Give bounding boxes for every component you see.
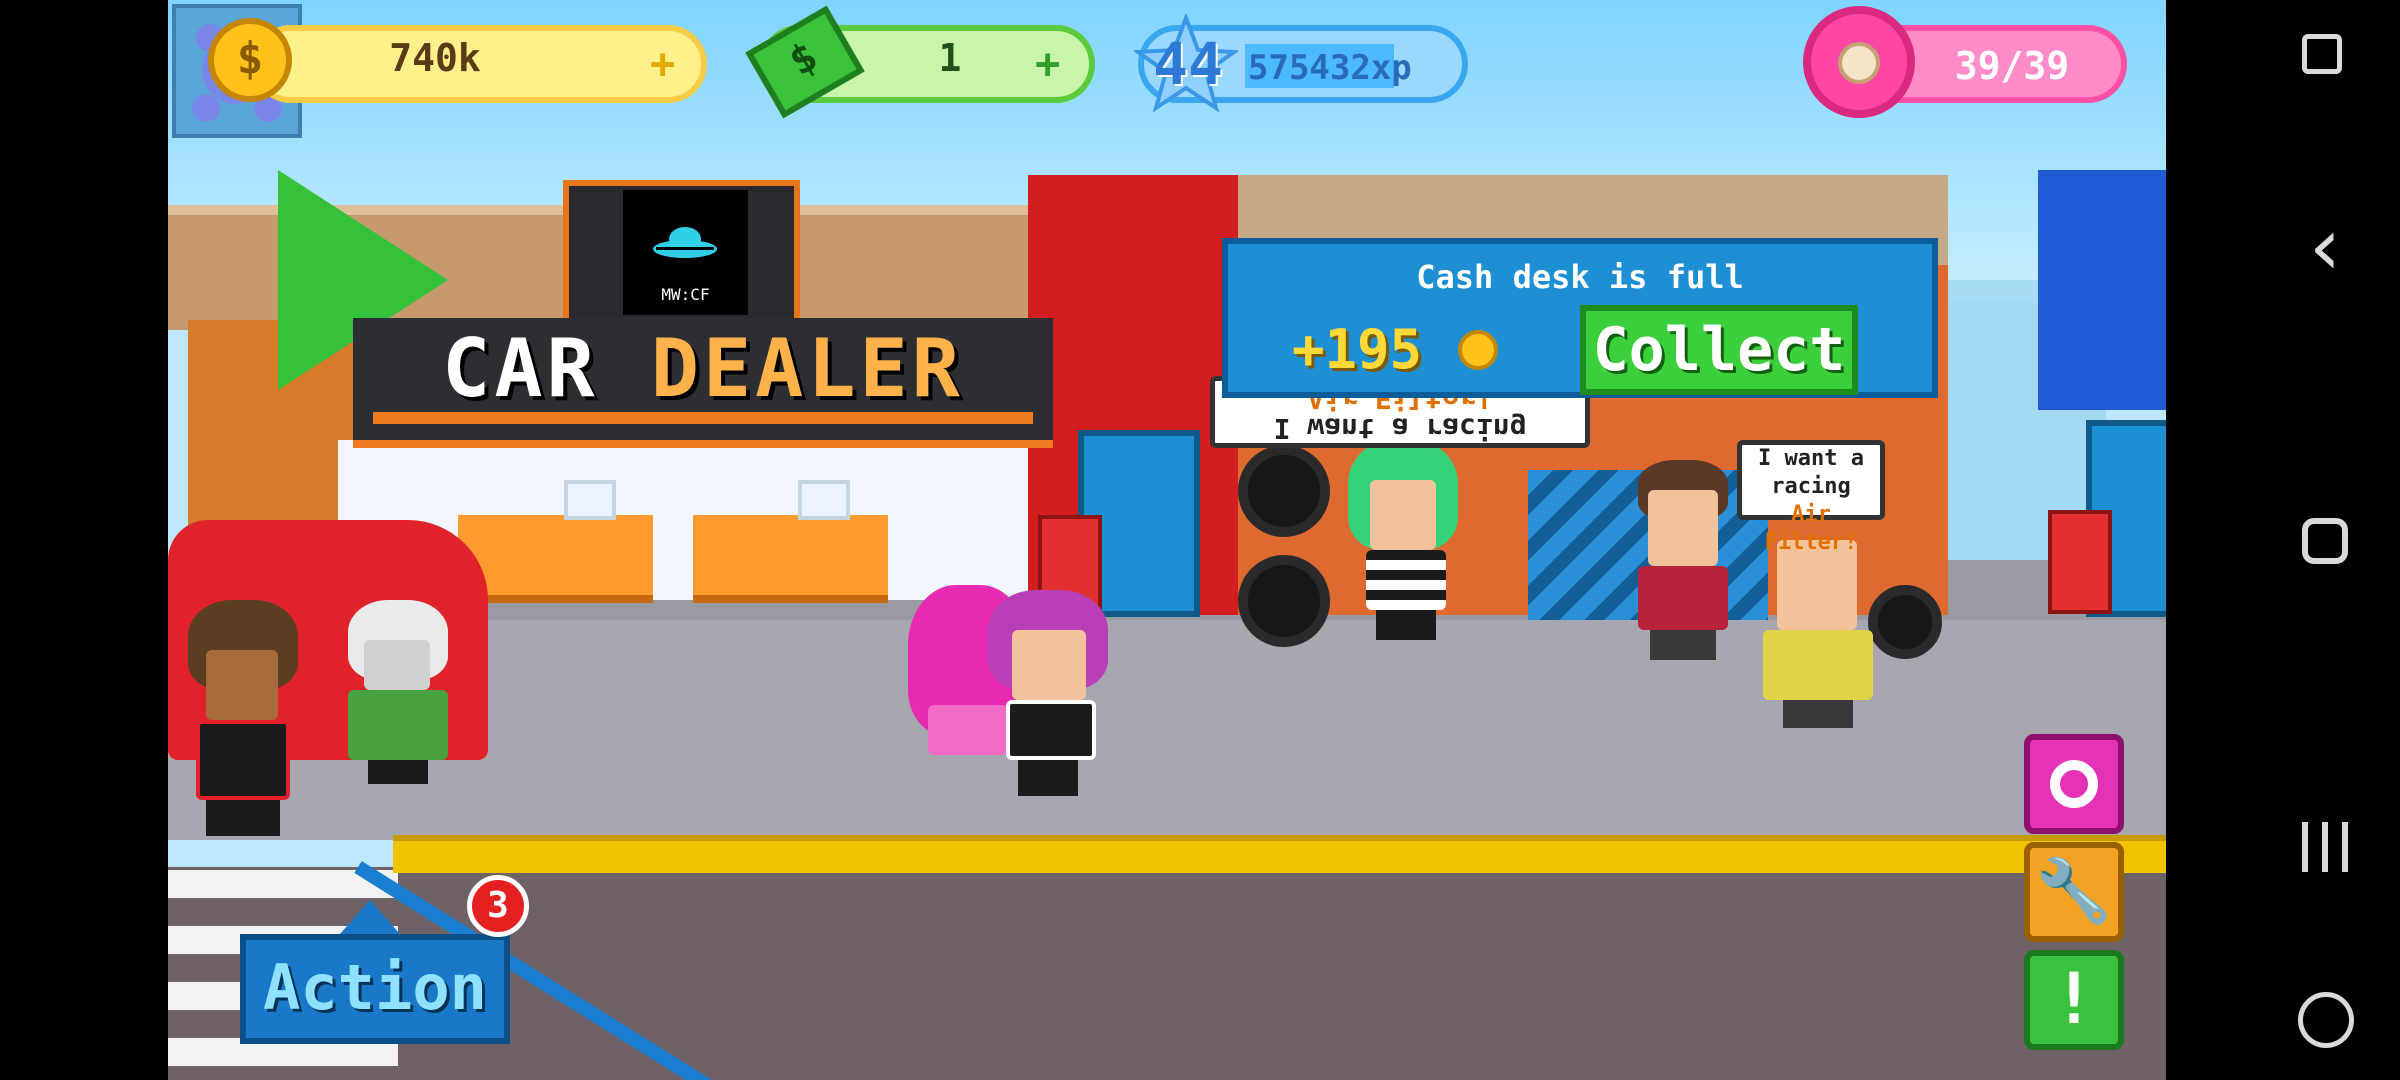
blue-building: [2038, 170, 2166, 410]
mailbox: [2048, 510, 2112, 614]
back-icon[interactable]: ‹: [2290, 200, 2360, 293]
add-cash-button[interactable]: +: [1035, 36, 1060, 92]
customer-character[interactable]: [338, 600, 458, 790]
cash-desk-amount: +195: [1292, 318, 1423, 381]
sign-word-car: CAR: [442, 322, 599, 415]
bubble-line: I want a racing: [1758, 446, 1864, 499]
collect-button[interactable]: Collect: [1580, 305, 1858, 395]
customer-character[interactable]: [1628, 460, 1738, 660]
donut-hole: [1838, 42, 1880, 84]
customer-character[interactable]: [178, 600, 308, 840]
sign-underline: [373, 412, 1033, 424]
tower-label: MW:CF: [661, 285, 710, 304]
tire-icon: [1238, 555, 1330, 647]
screen-edit-icon[interactable]: [2302, 34, 2342, 74]
coin-icon: [1458, 330, 1498, 370]
exclamation-icon: !: [2052, 958, 2096, 1040]
add-coins-button[interactable]: +: [650, 36, 675, 92]
cash-desk-title: Cash desk is full: [1416, 258, 1744, 296]
sign-word-dealer: DEALER: [650, 322, 964, 415]
customer-speech-bubble: I want a racing Air Filter!: [1737, 440, 1885, 555]
player-character[interactable]: [988, 590, 1118, 800]
customer-character[interactable]: [1348, 440, 1468, 640]
ufo-logo-icon: [653, 227, 717, 258]
xp-value: 575432xp: [1248, 48, 1412, 88]
upgrade-button[interactable]: 🔧: [2024, 842, 2124, 942]
donut-value: 39/39: [1954, 44, 2070, 88]
gamepad-icon[interactable]: [2298, 992, 2354, 1048]
wrench-icon: 🔧: [2035, 854, 2113, 927]
bubble-line: I want a racing: [1273, 412, 1527, 445]
tasks-button[interactable]: !: [2024, 950, 2124, 1050]
action-button[interactable]: Action: [240, 934, 510, 1044]
bubble-item: Air Filter!: [1764, 502, 1858, 555]
ring-icon: [2050, 760, 2098, 808]
customer-character[interactable]: [1753, 540, 1883, 730]
system-nav-bar: [2166, 0, 2400, 1080]
sales-desk: [693, 515, 888, 603]
coin-icon: $: [208, 18, 292, 102]
recent-apps-icon[interactable]: [2298, 822, 2354, 872]
action-badge: 3: [467, 875, 529, 937]
home-icon[interactable]: [2302, 518, 2348, 564]
dealer-sign-text: CAR DEALER: [353, 322, 1053, 415]
coins-value: 740k: [389, 36, 481, 80]
action-up-arrow-icon: [340, 900, 400, 934]
monitor-icon: [798, 480, 850, 520]
monitor-icon: [564, 480, 616, 520]
cash-value: 1: [938, 36, 962, 80]
tire-icon: [1238, 445, 1330, 537]
donut-shop-button[interactable]: [2024, 734, 2124, 834]
player-level: 44: [1153, 30, 1223, 98]
